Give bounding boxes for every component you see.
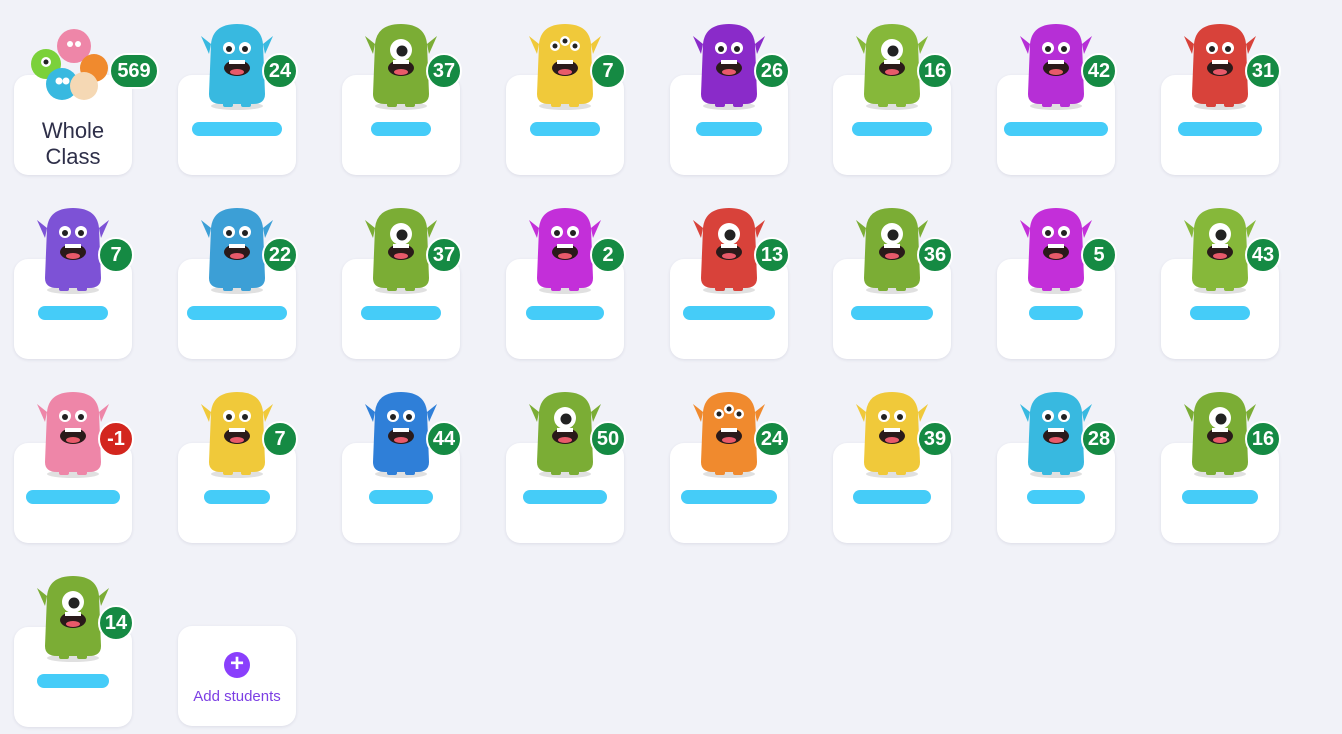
student-tile[interactable]: 31 — [1147, 0, 1311, 184]
redacted-student-name — [371, 122, 431, 136]
student-points-badge: 7 — [262, 421, 298, 457]
student-points-badge: 24 — [754, 421, 790, 457]
student-tile[interactable]: 16 — [819, 0, 983, 184]
student-tile[interactable]: 37 — [328, 0, 492, 184]
redacted-student-name — [1029, 306, 1083, 320]
student-tile[interactable]: 2 — [492, 184, 656, 368]
student-tile[interactable]: 37 — [328, 184, 492, 368]
redacted-student-name — [1178, 122, 1262, 136]
plus-circle-icon: + — [224, 652, 250, 678]
student-points-badge: 2 — [590, 237, 626, 273]
student-points-badge: 13 — [754, 237, 790, 273]
student-points-badge: 16 — [917, 53, 953, 89]
redacted-student-name — [361, 306, 441, 320]
add-students-button[interactable]: + Add students — [178, 626, 296, 726]
redacted-student-name — [1027, 490, 1085, 504]
student-points-badge: 16 — [1245, 421, 1281, 457]
student-points-badge: 24 — [262, 53, 298, 89]
redacted-student-name — [851, 306, 933, 320]
student-points-badge: 26 — [754, 53, 790, 89]
redacted-student-name — [1190, 306, 1250, 320]
class-monsters-icon — [31, 29, 108, 100]
redacted-student-name — [38, 306, 108, 320]
student-tile[interactable]: 28 — [983, 368, 1147, 552]
student-points-badge: 42 — [1081, 53, 1117, 89]
student-points-badge: 7 — [98, 237, 134, 273]
student-points-badge: 50 — [590, 421, 626, 457]
student-points-badge: 22 — [262, 237, 298, 273]
student-points-badge: 37 — [426, 237, 462, 273]
student-points-badge: 43 — [1245, 237, 1281, 273]
student-points-badge: 7 — [590, 53, 626, 89]
redacted-student-name — [530, 122, 600, 136]
student-points-badge: 28 — [1081, 421, 1117, 457]
redacted-student-name — [37, 674, 109, 688]
student-points-badge: 39 — [917, 421, 953, 457]
redacted-student-name — [187, 306, 287, 320]
whole-class-label: Whole Class — [41, 118, 105, 169]
student-points-badge: 36 — [917, 237, 953, 273]
student-points-badge: 31 — [1245, 53, 1281, 89]
redacted-student-name — [853, 490, 931, 504]
redacted-student-name — [681, 490, 777, 504]
student-points-badge: 37 — [426, 53, 462, 89]
student-points-badge: 5 — [1081, 237, 1117, 273]
student-tile[interactable]: 44 — [328, 368, 492, 552]
add-students-label: Add students — [193, 688, 281, 705]
student-tile[interactable]: 7 — [164, 368, 328, 552]
redacted-student-name — [369, 490, 433, 504]
student-tile[interactable]: 26 — [656, 0, 820, 184]
student-grid: 569 Whole Class 24 37 7 26 16 42 31 7 22 37 2 13 36 5… — [0, 0, 1342, 734]
student-points-badge: 44 — [426, 421, 462, 457]
redacted-student-name — [852, 122, 932, 136]
student-tile[interactable]: 24 — [656, 368, 820, 552]
student-tile[interactable]: 5 — [983, 184, 1147, 368]
student-tile[interactable]: 43 — [1147, 184, 1311, 368]
student-points-badge: -1 — [98, 421, 134, 457]
student-tile[interactable]: 42 — [983, 0, 1147, 184]
whole-class-points: 569 — [109, 53, 159, 89]
student-tile[interactable]: 50 — [492, 368, 656, 552]
redacted-student-name — [683, 306, 775, 320]
student-tile[interactable]: 7 — [0, 184, 164, 368]
student-tile[interactable]: 14 — [0, 552, 164, 734]
redacted-student-name — [526, 306, 604, 320]
student-tile[interactable]: 7 — [492, 0, 656, 184]
student-tile[interactable]: 24 — [164, 0, 328, 184]
redacted-student-name — [26, 490, 120, 504]
redacted-student-name — [523, 490, 607, 504]
student-tile[interactable]: 36 — [819, 184, 983, 368]
student-tile[interactable]: 16 — [1147, 368, 1311, 552]
whole-class-tile[interactable]: 569 Whole Class — [0, 0, 164, 184]
redacted-student-name — [696, 122, 762, 136]
student-tile[interactable]: 39 — [819, 368, 983, 552]
student-tile[interactable]: -1 — [0, 368, 164, 552]
redacted-student-name — [192, 122, 282, 136]
redacted-student-name — [1004, 122, 1108, 136]
student-points-badge: 14 — [98, 605, 134, 641]
redacted-student-name — [204, 490, 270, 504]
student-tile[interactable]: 13 — [656, 184, 820, 368]
student-tile[interactable]: 22 — [164, 184, 328, 368]
redacted-student-name — [1182, 490, 1258, 504]
